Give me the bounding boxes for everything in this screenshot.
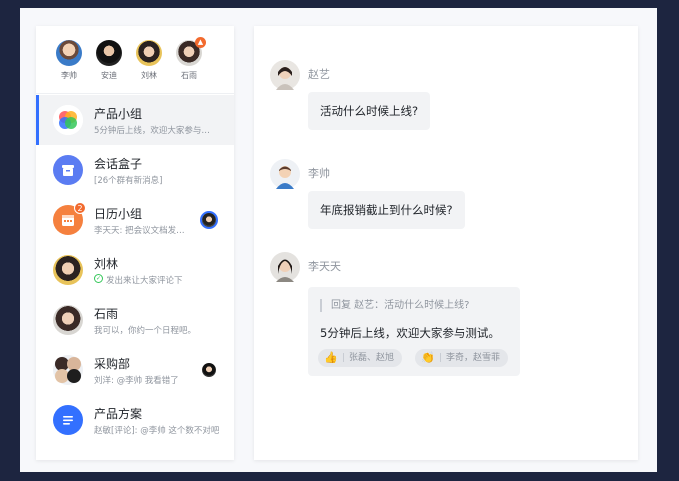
conversation-liu-lin[interactable]: 刘林 ✓ 发出来让大家评论下 [36,245,234,295]
group-avatar [53,355,83,385]
contact-liu-lin[interactable]: 刘林 [129,40,169,81]
contact-andy[interactable]: 安迪 [89,40,129,81]
conversation-preview: 5分钟后上线，欢迎大家参与… [94,126,210,136]
clap-icon: 👏 [421,351,435,364]
message-bubble[interactable]: 年底报销截止到什么时候? [308,191,465,229]
avatar [270,159,300,189]
conversation-preview: [26个群有新消息] [94,176,163,186]
chat-panel: 赵艺 活动什么时候上线? 李帅 年底报销截止到什么时候? 李天天 回复 赵艺：活… [254,26,638,460]
message-text: 5分钟后上线，欢迎大家参与测试。 [320,326,500,340]
avatar: ▲ [176,37,206,66]
contact-name: 石雨 [181,71,197,80]
avatar [56,40,82,66]
avatar [53,255,83,285]
calendar-icon: 2 [53,202,86,235]
sender-name: 赵艺 [308,68,330,81]
conversation-shi-yu[interactable]: 石雨 我可以，你约一个日程吧。 [36,295,234,345]
conversation-preview: ✓ 发出来让大家评论下 [94,274,183,286]
avatar [270,252,300,282]
sender-name: 李天天 [308,260,341,273]
avatar [200,361,218,379]
fire-icon: ▲ [195,37,206,48]
conversation-title: 采购部 [94,357,131,371]
avatar [200,211,218,229]
avatar [270,60,300,90]
doc-icon [53,405,83,435]
contact-li-shuai[interactable]: 李帅 [49,40,89,81]
avatar [136,40,162,66]
avatar [96,40,122,66]
conversation-title: 产品小组 [94,107,143,121]
preview-text: 发出来让大家评论下 [106,276,183,286]
contact-name: 安迪 [101,71,117,80]
contact-name: 刘林 [141,71,157,80]
conversation-title: 产品方案 [94,407,143,421]
conversation-product-plan[interactable]: 产品方案 赵敏[评论]: @李帅 这个数不对吧 [36,395,234,445]
conversation-preview: 我可以，你约一个日程吧。 [94,326,197,336]
unread-badge: 2 [74,202,86,214]
contact-name: 李帅 [61,71,77,80]
quoted-message: 回复 赵艺：活动什么时候上线? [320,299,470,312]
conversation-product-group[interactable]: 产品小组 5分钟后上线，欢迎大家参与… [36,95,234,145]
recent-contacts: 李帅 安迪 刘林 ▲ 石雨 [36,26,234,94]
reaction-users: 张磊、赵旭 [349,353,395,363]
conversation-preview: 刘洋: @李帅 我看错了 [94,376,179,386]
message-bubble[interactable]: 活动什么时候上线? [308,92,431,130]
conversation-purchasing[interactable]: 采购部 刘洋: @李帅 我看错了 [36,345,234,395]
conversation-title: 日历小组 [94,207,143,221]
archive-box-icon [53,155,83,185]
conversation-sidebar: 李帅 安迪 刘林 ▲ 石雨 产品小组 5分钟后上线，欢迎大家参与… 会话盒子 [… [36,26,234,460]
read-check-icon: ✓ [94,274,103,283]
conversation-title: 石雨 [94,307,119,321]
reaction-separator: | [342,353,346,363]
conversation-preview: 李天天: 把会议文档发… [94,226,185,236]
conversation-calendar-group[interactable]: 2 日历小组 李天天: 把会议文档发… [36,195,234,245]
reaction-clap[interactable]: 👏 | 李奇，赵雪菲 [415,349,509,367]
conversation-message-box[interactable]: 会话盒子 [26个群有新消息] [36,145,234,195]
app-window: 李帅 安迪 刘林 ▲ 石雨 产品小组 5分钟后上线，欢迎大家参与… 会话盒子 [… [20,8,657,472]
conversation-title: 会话盒子 [94,157,143,171]
avatar [53,305,83,335]
contact-shi-yu[interactable]: ▲ 石雨 [169,37,209,81]
reaction-users: 李奇，赵雪菲 [446,353,501,363]
conversation-title: 刘林 [94,257,119,271]
sender-name: 李帅 [308,167,330,180]
thumbs-up-icon: 👍 [324,351,338,364]
reaction-thumbs-up[interactable]: 👍 | 张磊、赵旭 [318,349,403,367]
product-group-icon [53,105,83,135]
message-bubble-reply[interactable]: 回复 赵艺：活动什么时候上线? 5分钟后上线，欢迎大家参与测试。 👍 | 张磊、赵旭… [308,287,520,376]
reaction-separator: | [439,353,443,363]
conversation-preview: 赵敏[评论]: @李帅 这个数不对吧 [94,426,220,436]
